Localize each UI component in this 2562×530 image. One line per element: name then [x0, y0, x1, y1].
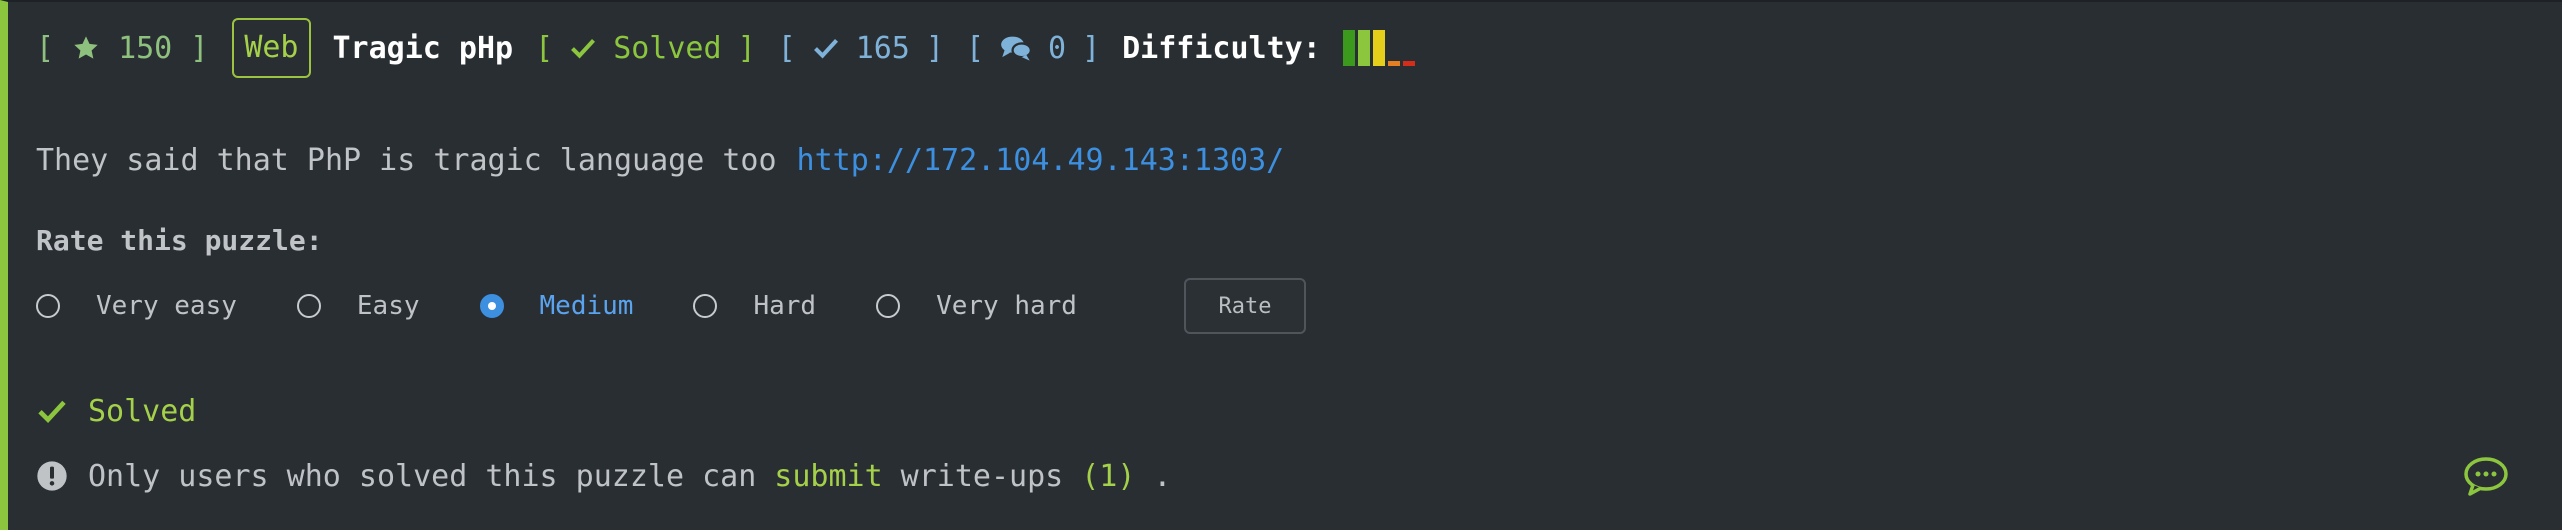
rating-option-hard[interactable]: Hard — [693, 291, 816, 321]
submit-writeup-link[interactable]: submit — [774, 459, 882, 494]
writeups-notice: Only users who solved this puzzle can su… — [36, 450, 1171, 502]
category-badge[interactable]: Web — [232, 18, 311, 78]
radio-button[interactable] — [693, 294, 718, 318]
description-text: They said that PhP is tragic language to… — [36, 142, 777, 178]
challenge-title: Tragic pHp — [332, 30, 514, 66]
difficulty-bar — [1402, 61, 1415, 66]
comments-count: 0 — [1048, 30, 1067, 66]
writeups-label: write-ups — [900, 458, 1064, 494]
check-icon — [813, 39, 838, 59]
comments-close-bracket: ] — [1082, 30, 1101, 66]
rating-option-easy[interactable]: Easy — [296, 291, 420, 321]
difficulty-bar — [1372, 30, 1385, 66]
rate-button[interactable]: Rate — [1183, 278, 1306, 334]
rating-option-medium[interactable]: Medium — [479, 291, 634, 321]
exclamation-circle-icon — [37, 461, 67, 491]
challenge-panel: [ 150 ] Web Tragic pHp [ Solved ] [ 165 … — [0, 0, 2562, 530]
radio-button[interactable] — [36, 294, 60, 318]
rating-option-label: Very easy — [96, 291, 237, 321]
solved-status: Solved — [36, 386, 196, 436]
rating-option-label: Easy — [356, 291, 420, 321]
rate-heading: Rate this puzzle: — [36, 223, 323, 257]
challenge-description: They said that PhP is tragic language to… — [36, 138, 1284, 182]
writeups-suffix: . — [1153, 458, 1172, 494]
solves-count: 165 — [855, 30, 910, 66]
comments-open-bracket: [ — [965, 30, 984, 66]
rating-option-label: Very hard — [936, 291, 1077, 321]
difficulty-meter — [1342, 30, 1415, 66]
status-close-bracket: ] — [737, 30, 756, 66]
radio-button[interactable] — [296, 294, 321, 318]
comments-badge[interactable]: [ 0 ] — [966, 31, 1100, 66]
points-value: 150 — [118, 30, 173, 66]
writeups-prefix: Only users who solved this puzzle can — [88, 458, 757, 494]
solves-badge[interactable]: [ 165 ] — [778, 31, 944, 66]
writeups-count-link[interactable]: (1) — [1081, 459, 1135, 494]
rating-options: Very easy Easy Medium Hard Very hard Rat… — [36, 278, 1306, 334]
rating-option-label: Hard — [753, 291, 817, 321]
check-icon — [571, 39, 596, 59]
rating-option-label: Medium — [539, 291, 634, 321]
comments-icon — [1001, 36, 1032, 61]
rating-option-very-easy[interactable]: Very easy — [36, 291, 237, 321]
points-open-bracket: [ — [36, 30, 55, 66]
points-badge: [ 150 ] — [36, 31, 208, 66]
radio-button-selected[interactable] — [479, 294, 504, 318]
solved-label: Solved — [88, 393, 197, 429]
solves-open-bracket: [ — [777, 30, 796, 66]
status-badge: [ Solved ] — [535, 31, 756, 66]
difficulty-bar — [1387, 61, 1400, 66]
difficulty-label: Difficulty: — [1122, 30, 1321, 66]
chat-icon[interactable] — [2463, 456, 2509, 496]
radio-button[interactable] — [876, 294, 901, 318]
challenge-header: [ 150 ] Web Tragic pHp [ Solved ] [ 165 … — [36, 18, 1415, 78]
difficulty-bar — [1357, 30, 1370, 66]
rating-option-very-hard[interactable]: Very hard — [876, 291, 1077, 321]
status-text: Solved — [613, 30, 722, 66]
difficulty-bar — [1342, 30, 1355, 66]
status-open-bracket: [ — [535, 30, 554, 66]
star-icon — [74, 36, 98, 59]
points-close-bracket: ] — [190, 30, 209, 66]
check-icon — [38, 400, 66, 424]
challenge-url-link[interactable]: http://172.104.49.143:1303/ — [797, 143, 1285, 178]
solves-close-bracket: ] — [925, 30, 944, 66]
